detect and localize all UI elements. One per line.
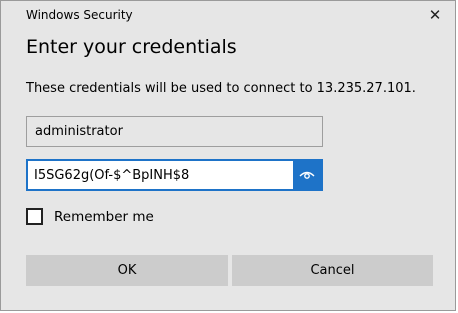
remember-me-checkbox[interactable] <box>26 208 43 225</box>
credentials-dialog: Windows Security ✕ Enter your credential… <box>0 0 456 311</box>
dialog-message: These credentials will be used to connec… <box>26 81 416 96</box>
cancel-button[interactable]: Cancel <box>232 255 433 286</box>
remember-me-row[interactable]: Remember me <box>26 208 154 225</box>
close-icon[interactable]: ✕ <box>421 3 449 27</box>
window-title: Windows Security <box>26 8 133 22</box>
password-field[interactable]: I5SG62g(Of-$^BpINH$8 <box>26 159 323 191</box>
ok-button[interactable]: OK <box>26 255 228 286</box>
username-field[interactable]: administrator <box>26 116 323 147</box>
dialog-heading: Enter your credentials <box>26 36 237 58</box>
password-value[interactable]: I5SG62g(Of-$^BpINH$8 <box>28 161 293 189</box>
remember-me-label: Remember me <box>54 208 154 225</box>
reveal-password-button[interactable] <box>293 161 321 189</box>
eye-icon <box>299 171 315 179</box>
username-value: administrator <box>35 124 123 139</box>
